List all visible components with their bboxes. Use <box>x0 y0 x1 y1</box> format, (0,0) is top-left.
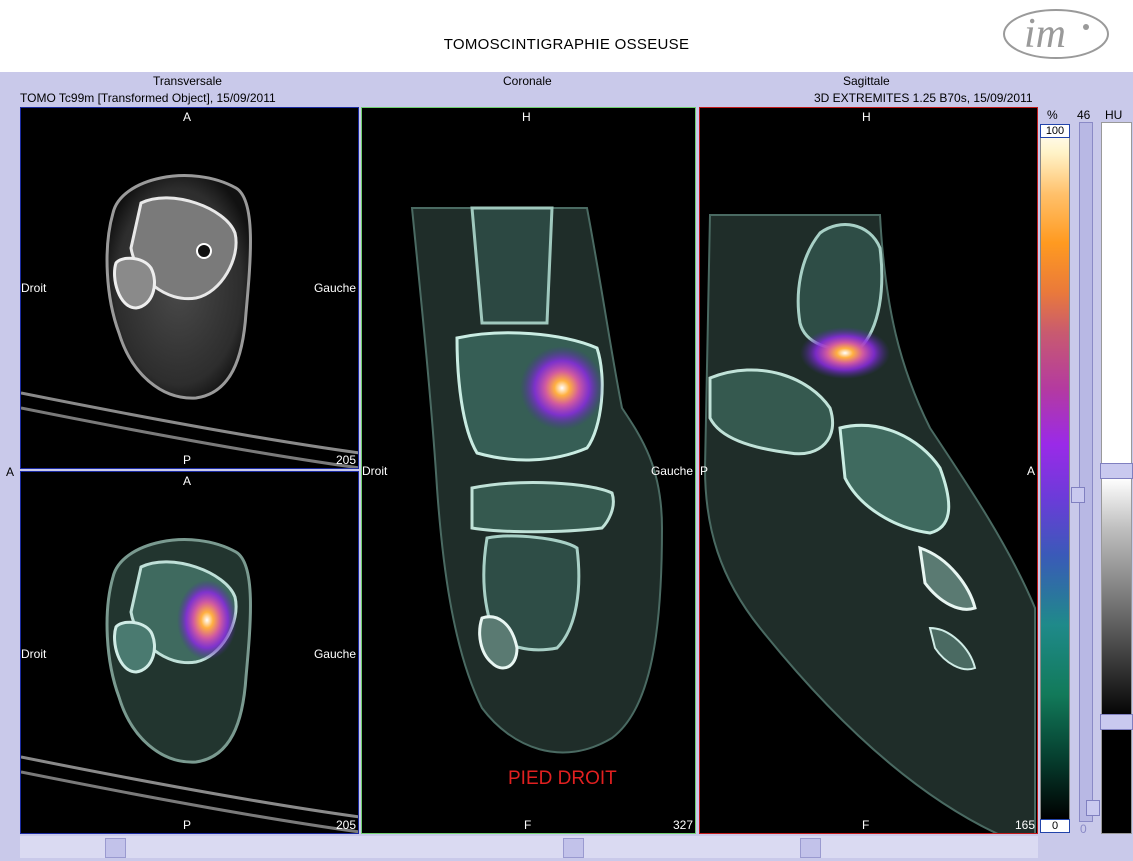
logo-text: im <box>1024 11 1066 57</box>
sagittal-image <box>703 214 1036 833</box>
window-value: 46 <box>1077 108 1091 122</box>
orient-droit: Droit <box>362 464 388 478</box>
hu-lower-handle[interactable] <box>1100 714 1133 730</box>
colorbar-max: 100 <box>1040 124 1070 138</box>
orient-h-top: H <box>522 110 531 124</box>
view-label-transverse: Transversale <box>153 74 222 88</box>
side-annotation: PIED DROIT <box>508 768 617 789</box>
viewport-sagittal[interactable]: H P A F 165 <box>699 107 1038 834</box>
orient-gauche: Gauche <box>313 281 356 295</box>
slice-number: 327 <box>672 818 693 832</box>
window-level-slider[interactable] <box>1079 122 1093 822</box>
viewport-transverse-fused[interactable]: A Droit Gauche P 205 <box>20 471 359 834</box>
page-title: TOMOSCINTIGRAPHIE OSSEUSE <box>443 36 690 53</box>
percent-label: % <box>1047 108 1058 122</box>
viewport-coronal[interactable]: H Droit Gauche F 327 PIED DROIT <box>361 107 696 834</box>
window-level-handle[interactable] <box>1086 800 1100 816</box>
orient-a-top: A <box>183 110 192 124</box>
orient-h-top: H <box>862 110 871 124</box>
orient-a-top: A <box>183 474 192 488</box>
orient-p-bottom: P <box>183 453 192 467</box>
series-info-right: 3D EXTREMITES 1.25 B70s, 15/09/2011 <box>814 91 1033 105</box>
orient-droit: Droit <box>21 281 47 295</box>
orient-f-bottom: F <box>862 818 870 832</box>
nm-color-scale <box>1040 124 1070 820</box>
colorbar-threshold-handle[interactable] <box>1071 487 1085 503</box>
slice-scrollbar[interactable] <box>20 836 1038 858</box>
orient-gauche: Gauche <box>650 464 693 478</box>
orient-f-bottom: F <box>524 818 532 832</box>
orient-p-left: P <box>700 464 709 478</box>
orientation-a-outer: A <box>6 465 15 479</box>
transverse-ct-image <box>21 174 358 468</box>
coronal-slice-slider[interactable] <box>563 838 584 858</box>
orient-gauche: Gauche <box>313 647 356 661</box>
slice-number: 165 <box>1014 818 1035 832</box>
sagittal-slice-slider[interactable] <box>800 838 821 858</box>
im-logo: im <box>1003 9 1109 59</box>
coronal-image <box>410 206 664 754</box>
orient-droit: Droit <box>21 647 47 661</box>
hu-label: HU <box>1105 108 1123 122</box>
orient-a-right: A <box>1026 464 1035 478</box>
viewport-transverse-ct[interactable]: A Droit Gauche P 205 <box>20 107 359 469</box>
hu-upper-handle[interactable] <box>1100 463 1133 479</box>
window-min-value: 0 <box>1080 822 1087 836</box>
colorbar-min: 0 <box>1040 819 1070 833</box>
slice-number: 205 <box>335 818 356 832</box>
transverse-fused-image <box>21 538 358 833</box>
series-info-left: TOMO Tc99m [Transformed Object], 15/09/2… <box>20 91 276 105</box>
transverse-slice-slider[interactable] <box>105 838 126 858</box>
view-label-sagittal: Sagittale <box>843 74 890 88</box>
slice-number: 205 <box>335 453 356 467</box>
orient-p-bottom: P <box>183 818 192 832</box>
view-label-coronal: Coronale <box>503 74 552 88</box>
title-bar: TOMOSCINTIGRAPHIE OSSEUSE im <box>0 0 1133 72</box>
